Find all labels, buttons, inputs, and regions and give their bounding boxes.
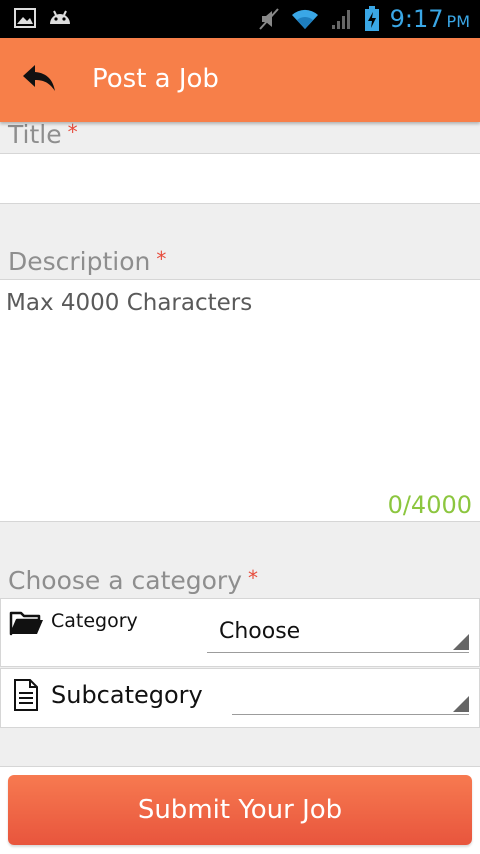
subcategory-row: Subcategory [0, 668, 480, 728]
subcategory-spinner[interactable] [232, 677, 469, 715]
category-spinner[interactable]: Choose [207, 611, 469, 653]
status-bar-left [14, 8, 72, 32]
required-mark: * [248, 566, 258, 590]
dropdown-arrow-icon [453, 696, 469, 712]
title-label: Title [8, 120, 62, 149]
submit-job-button[interactable]: Submit Your Job [8, 775, 472, 845]
document-icon [13, 678, 39, 716]
android-icon [48, 8, 72, 32]
wifi-icon [290, 7, 320, 35]
back-arrow-icon [21, 63, 57, 97]
description-label: Description [8, 247, 151, 276]
clock-time: 9:17 [389, 5, 444, 33]
character-counter: 0/4000 [387, 491, 472, 519]
status-bar-right: 9:17 PM [258, 4, 470, 37]
title-label-row: Title * [8, 120, 78, 149]
category-selected: Choose [219, 619, 301, 644]
category-row: Category Choose [0, 598, 480, 667]
description-label-row: Description * [8, 247, 166, 276]
title-field[interactable] [0, 153, 480, 204]
status-bar: 9:17 PM [0, 0, 480, 38]
required-mark: * [67, 120, 78, 144]
signal-icon [330, 7, 354, 35]
app-bar: Post a Job [0, 38, 480, 122]
category-section-label: Choose a category [8, 566, 242, 595]
title-input[interactable] [0, 154, 480, 203]
submit-bar: Submit Your Job [0, 766, 480, 854]
folder-icon [9, 609, 45, 641]
dropdown-arrow-icon [453, 634, 469, 650]
clock-ampm: PM [446, 12, 470, 31]
category-label: Category [51, 610, 138, 632]
description-input[interactable] [0, 280, 480, 480]
subcategory-label: Subcategory [51, 681, 203, 709]
mute-icon [258, 7, 280, 35]
battery-charging-icon [364, 5, 380, 36]
category-label-row: Choose a category * [8, 566, 258, 595]
required-mark: * [156, 247, 167, 271]
back-button[interactable] [14, 60, 64, 100]
page-title: Post a Job [92, 64, 219, 94]
description-field[interactable]: 0/4000 [0, 279, 480, 522]
clock: 9:17 PM [390, 4, 470, 37]
image-icon [14, 8, 36, 32]
